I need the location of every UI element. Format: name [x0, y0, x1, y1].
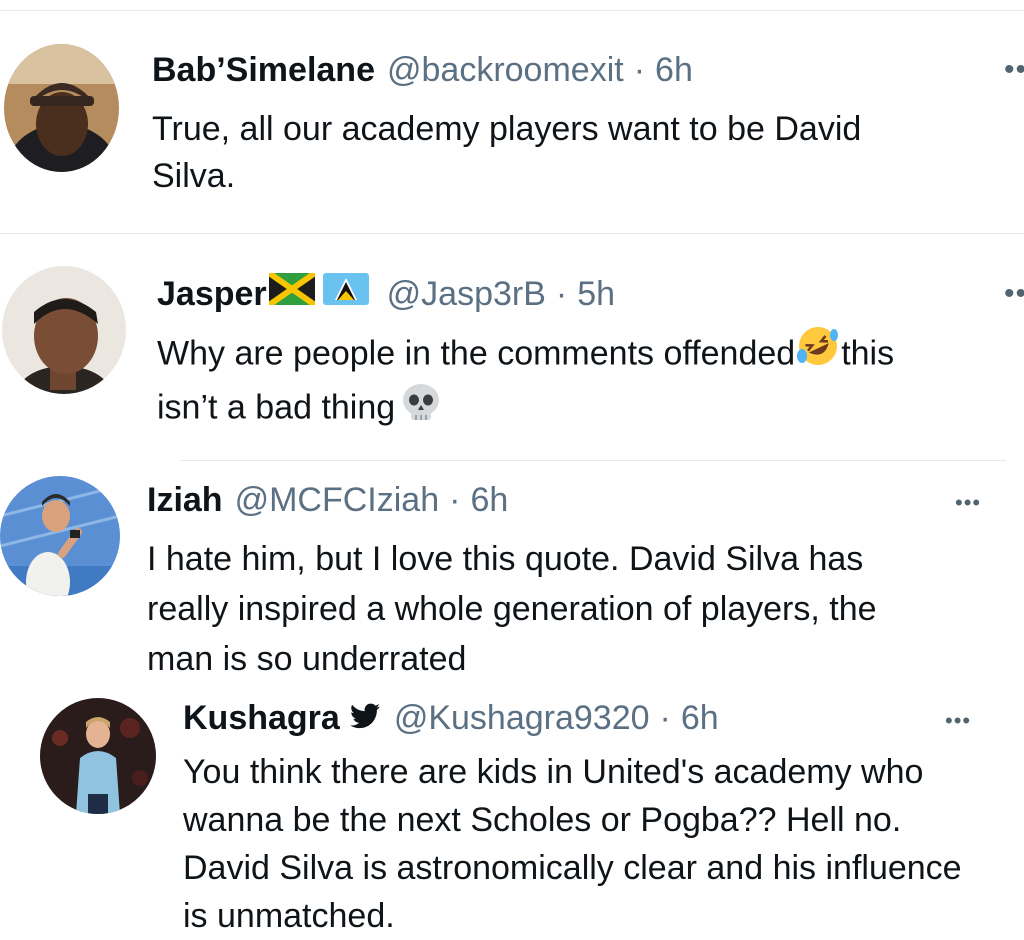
tweet-header: Jasper @Jasp3rB · 5h	[157, 270, 615, 314]
user-handle[interactable]: @Jasp3rB	[387, 274, 546, 314]
tweet-text-line: You think there are kids in United's aca…	[183, 753, 924, 791]
display-name[interactable]: Kushagra	[183, 698, 340, 738]
tweet-text: I hate him, but I love this quote. David…	[147, 534, 877, 684]
avatar[interactable]	[40, 698, 156, 814]
tweet-text: Why are people in the comments offended …	[157, 327, 895, 437]
tweet-text-line: man is so underrated	[147, 640, 467, 678]
skull-emoji-icon	[399, 382, 443, 437]
tweet-text-segment: this	[841, 334, 895, 373]
more-options-icon[interactable]: •••	[955, 488, 981, 518]
tweet-text-line: Silva.	[152, 157, 236, 195]
avatar[interactable]	[4, 44, 119, 172]
user-handle[interactable]: @MCFCIziah	[235, 480, 440, 520]
tweet-text-segment: isn’t a bad thing	[157, 388, 396, 427]
rolling-on-floor-laughing-emoji-icon	[795, 323, 841, 382]
display-name[interactable]: Bab’Simelane	[152, 50, 375, 90]
tweet-text-line: really inspired a whole generation of pl…	[147, 590, 877, 628]
tweet-text-line: wanna be the next Scholes or Pogba?? Hel…	[183, 801, 902, 839]
timestamp[interactable]: 6h	[470, 480, 508, 520]
user-handle[interactable]: @backroomexit	[387, 50, 624, 90]
saint-lucia-flag-icon	[322, 273, 369, 314]
timestamp[interactable]: 6h	[655, 50, 693, 90]
user-handle[interactable]: @Kushagra9320	[394, 698, 650, 738]
tweet-text-segment: Why are people in the comments offended	[157, 334, 796, 373]
timestamp[interactable]: 5h	[577, 274, 615, 314]
reply-thread-divider	[180, 460, 1006, 461]
tweet-text-line: is unmatched.	[183, 897, 395, 935]
timestamp[interactable]: 6h	[681, 698, 719, 738]
tweet-header: Iziah @MCFCIziah · 6h	[147, 480, 508, 520]
tweet-1[interactable]: Bab’Simelane @backroomexit · 6h •• True,…	[0, 0, 1024, 232]
separator-dot: ·	[449, 481, 461, 519]
tweet-text: True, all our academy players want to be…	[152, 106, 861, 200]
twitter-bird-icon	[349, 698, 380, 738]
more-options-icon[interactable]: ••	[1004, 279, 1024, 309]
avatar[interactable]	[2, 266, 126, 394]
separator-dot: ·	[555, 274, 568, 313]
tweet-4[interactable]: Kushagra @Kushagra9320 · 6h ••• You thin…	[0, 694, 1024, 935]
tweet-text-line: I hate him, but I love this quote. David…	[147, 540, 864, 578]
more-options-icon[interactable]: •••	[945, 706, 971, 736]
tweet-text-line: True, all our academy players want to be…	[152, 110, 862, 148]
separator-dot: ·	[659, 699, 671, 737]
display-name[interactable]: Iziah	[147, 480, 223, 520]
tweet-text-line: David Silva is astronomically clear and …	[183, 849, 962, 887]
tweet-header: Bab’Simelane @backroomexit · 6h	[152, 50, 693, 90]
separator-dot: ·	[633, 51, 646, 89]
tweet-2[interactable]: Jasper @Jasp3rB · 5h •• Why are people i…	[0, 234, 1024, 460]
display-name[interactable]: Jasper	[157, 274, 267, 314]
more-options-icon[interactable]: ••	[1004, 55, 1024, 85]
jamaica-flag-icon	[266, 270, 317, 314]
tweet-text: You think there are kids in United's aca…	[183, 748, 962, 940]
tweet-header: Kushagra @Kushagra9320 · 6h	[183, 698, 719, 738]
tweet-3[interactable]: Iziah @MCFCIziah · 6h ••• I hate him, bu…	[0, 462, 1024, 694]
avatar[interactable]	[0, 476, 120, 596]
